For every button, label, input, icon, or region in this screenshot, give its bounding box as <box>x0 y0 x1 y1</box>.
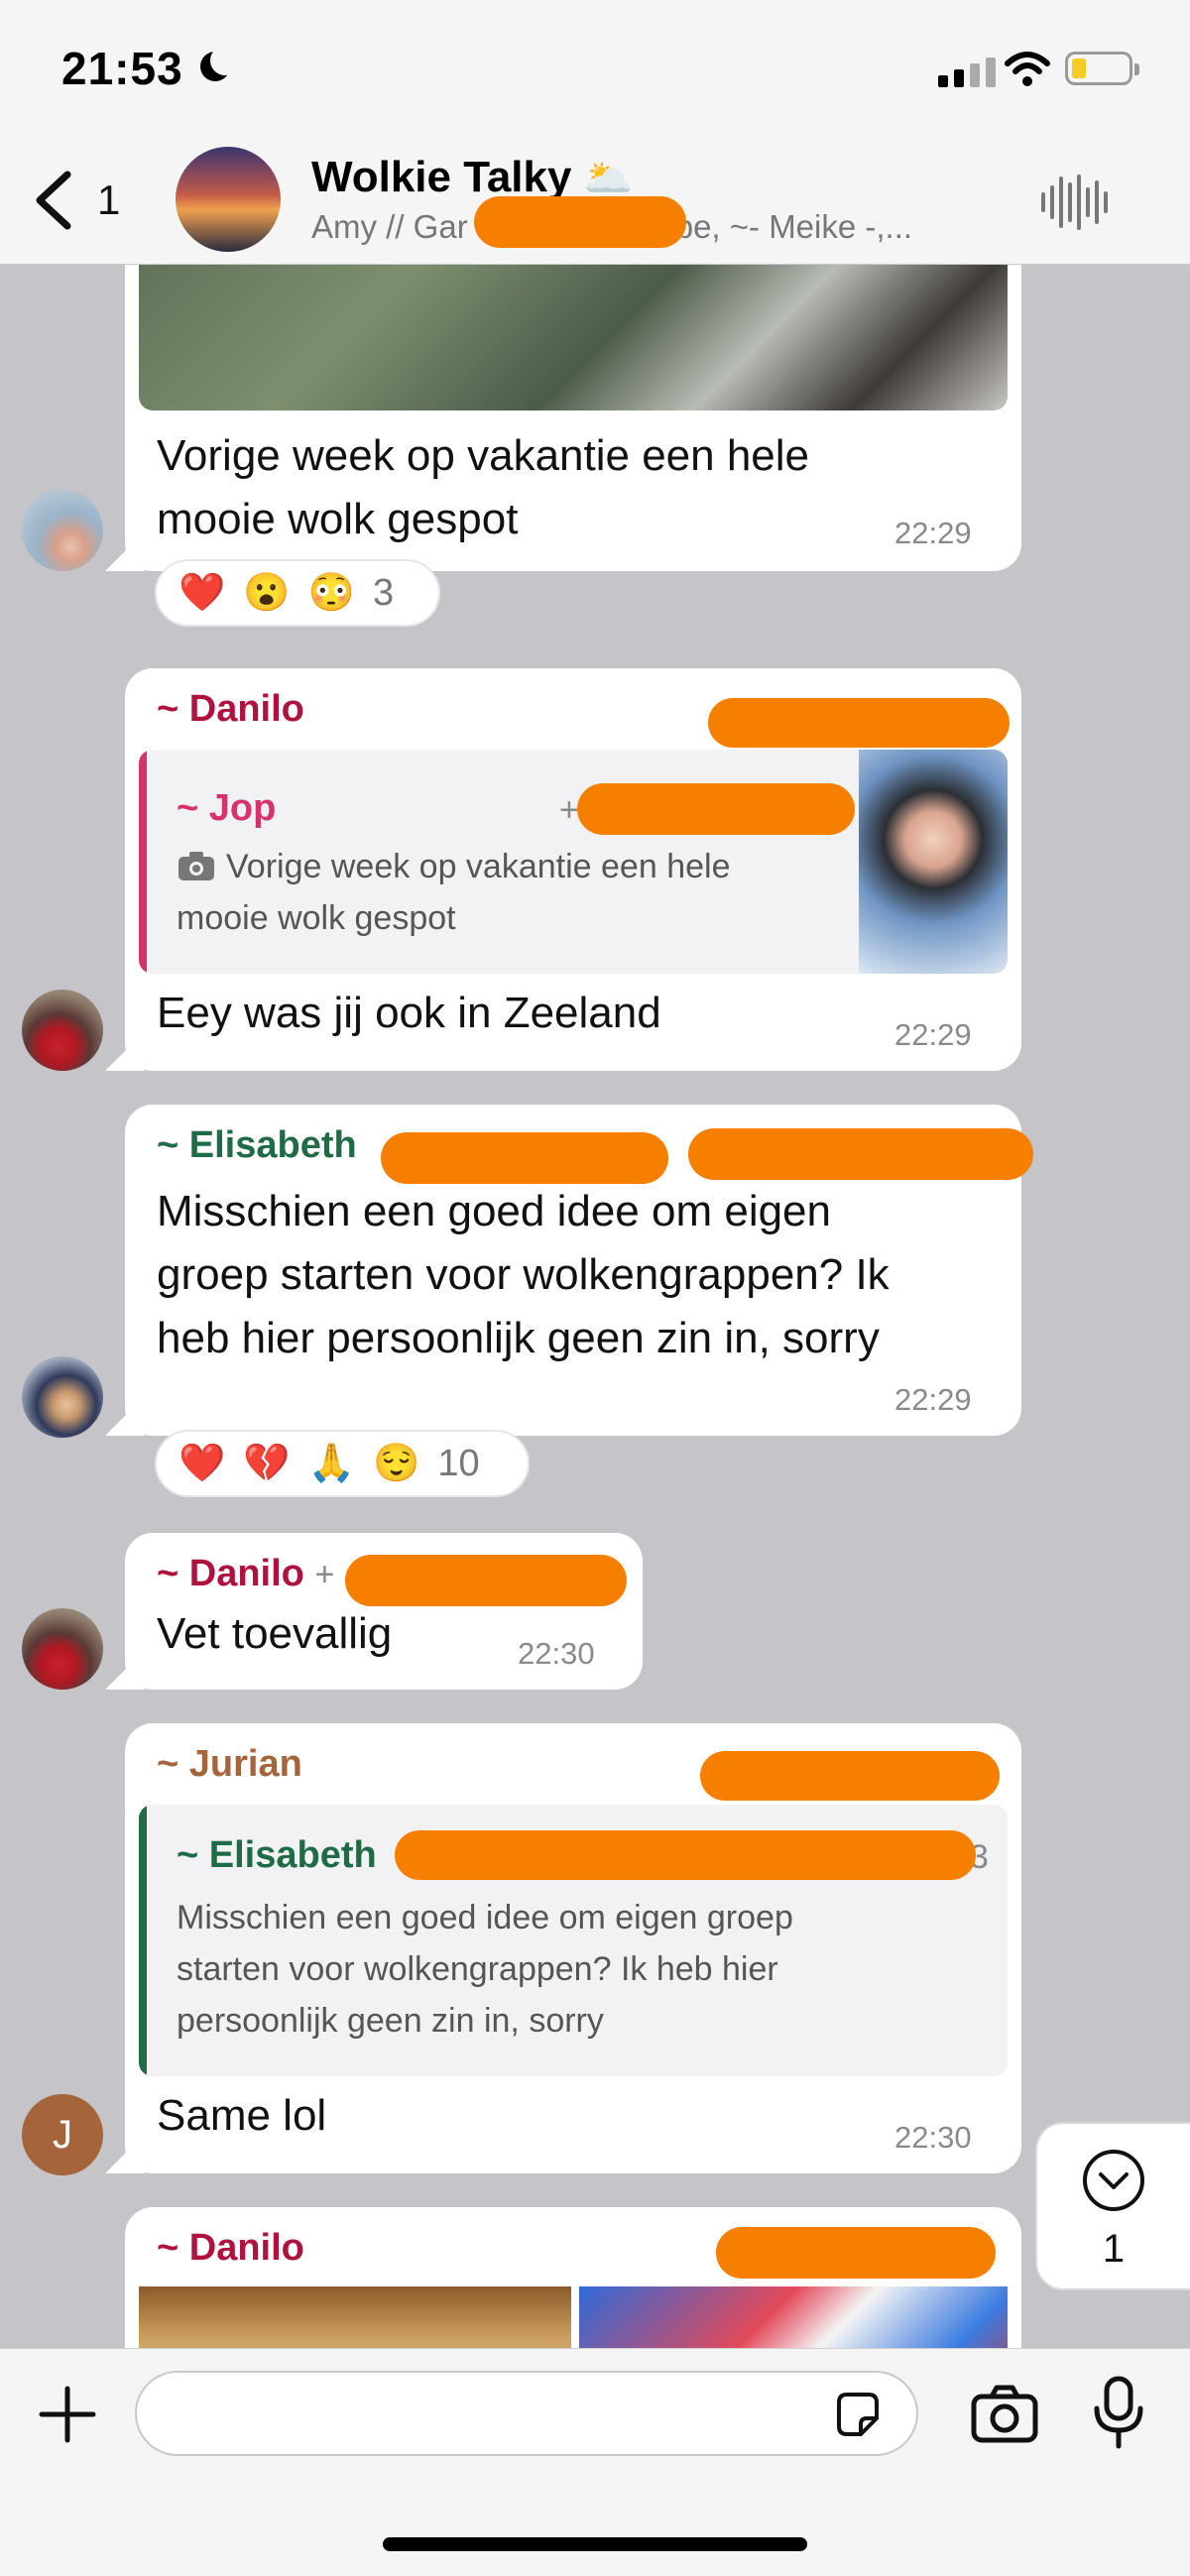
message-bubble[interactable]: ~ Jurian ~ Elisabeth 3 Misschien een goe… <box>125 1723 1021 2173</box>
group-avatar[interactable] <box>176 147 281 252</box>
avatar[interactable] <box>22 990 103 1071</box>
sender-name[interactable]: ~ Danilo <box>157 2227 304 2270</box>
home-indicator <box>383 2537 807 2551</box>
composer-bar <box>0 2348 1190 2576</box>
surprised-emoji-icon: 😮 <box>243 572 291 614</box>
avatar[interactable] <box>22 1356 103 1438</box>
avatar[interactable] <box>22 490 103 571</box>
sender-name[interactable]: ~ Danilo + <box>157 1553 334 1595</box>
back-unread-count[interactable]: 1 <box>97 176 120 224</box>
battery-icon <box>1065 52 1139 85</box>
chat-title[interactable]: Wolkie Talky 🌥️ <box>311 153 634 202</box>
message-text: Eey was jij ook in Zeeland <box>157 989 661 1037</box>
praying-hands-emoji-icon: 🙏 <box>307 1443 355 1484</box>
redaction-mark <box>381 1132 668 1184</box>
status-time: 21:53 <box>61 43 183 94</box>
redaction-mark <box>474 196 686 248</box>
sender-name-text: ~ Danilo <box>157 1553 304 1594</box>
heart-emoji-icon: ❤️ <box>178 1443 226 1484</box>
message-text: Same lol <box>157 2091 327 2140</box>
message-bubble[interactable]: Vorige week op vakantie een hele mooie w… <box>125 228 1021 571</box>
quoted-message[interactable]: ~ Jop + Vorige week op vakantie een hele… <box>139 750 1008 974</box>
quote-text: Misschien een goed idee om eigen groep s… <box>177 1899 793 2040</box>
quote-sender: ~ Elisabeth <box>177 1834 377 1876</box>
message-bubble[interactable]: ~ Danilo + Vet toevallig 22:30 <box>125 1533 643 1690</box>
broken-heart-emoji-icon: 💔 <box>243 1443 291 1484</box>
sender-name[interactable]: ~ Jurian <box>157 1743 302 1786</box>
quoted-message[interactable]: ~ Elisabeth 3 Misschien een goed idee om… <box>139 1805 1008 2076</box>
unread-count: 1 <box>1102 2227 1126 2271</box>
message-time: 22:29 <box>894 1382 972 1417</box>
redaction-mark <box>700 1751 1000 1801</box>
message-bubble[interactable]: ~ Danilo ~ Jop + Vorige week op vakantie… <box>125 668 1021 1071</box>
voice-call-icon[interactable] <box>1041 175 1108 230</box>
reaction-count: 3 <box>372 571 395 614</box>
message-text: Misschien een goed idee om eigen groep s… <box>157 1187 890 1362</box>
sender-name[interactable]: ~ Elisabeth <box>157 1124 357 1167</box>
message-time: 22:29 <box>894 1017 972 1052</box>
sender-name-suffix: + <box>314 1556 335 1593</box>
quote-photo-thumbnail <box>859 750 1008 974</box>
sender-name[interactable]: ~ Danilo <box>157 688 304 731</box>
reaction-bar[interactable]: ❤️ 😮 😳 3 <box>155 559 440 627</box>
redaction-mark <box>716 2227 996 2279</box>
back-chevron-icon[interactable] <box>30 169 77 232</box>
avatar[interactable] <box>22 1608 103 1690</box>
heart-emoji-icon: ❤️ <box>178 572 226 614</box>
microphone-icon[interactable] <box>1089 2375 1148 2450</box>
quote-text: Vorige week op vakantie een hele mooie w… <box>177 848 731 937</box>
quote-accent-bar <box>139 1805 147 2076</box>
cloud-emoji-icon: 🌥️ <box>583 157 634 200</box>
redaction-mark <box>577 783 855 835</box>
redaction-mark <box>395 1830 976 1880</box>
avatar-initial: J <box>53 2112 72 2157</box>
redaction-mark <box>688 1128 1033 1180</box>
chat-title-text: Wolkie Talky <box>311 153 572 201</box>
avatar[interactable]: J <box>22 2094 103 2175</box>
wifi-icon <box>1005 52 1050 86</box>
reaction-count: 10 <box>437 1442 480 1484</box>
message-text: Vet toevallig <box>157 1609 393 1658</box>
relieved-face-emoji-icon: 😌 <box>372 1443 420 1484</box>
message-text: Vorige week op vakantie een hele mooie w… <box>157 431 810 543</box>
message-time: 22:30 <box>518 1636 595 1671</box>
message-input[interactable] <box>135 2371 918 2456</box>
message-time: 22:29 <box>894 516 972 550</box>
message-time: 22:30 <box>894 2120 972 2155</box>
redaction-mark <box>345 1555 627 1606</box>
cellular-signal-icon <box>938 56 996 87</box>
chevron-down-icon <box>1083 2150 1144 2211</box>
plus-icon[interactable] <box>36 2383 99 2446</box>
flushed-emoji-icon: 😳 <box>307 572 355 614</box>
scroll-to-bottom-button[interactable]: 1 <box>1035 2122 1190 2290</box>
moon-icon <box>200 46 240 81</box>
redaction-mark <box>708 698 1010 748</box>
sticker-icon[interactable] <box>831 2389 885 2442</box>
quote-accent-bar <box>139 750 147 974</box>
quote-sender: ~ Jop <box>177 787 277 829</box>
top-bar: 21:53 1 Wolkie Talky 🌥️ Amy // Gar , Tib… <box>0 0 1190 265</box>
camera-icon[interactable] <box>970 2383 1039 2444</box>
reaction-bar[interactable]: ❤️ 💔 🙏 😌 10 <box>155 1430 530 1497</box>
message-bubble[interactable]: ~ Elisabeth Misschien een goed idee om e… <box>125 1105 1033 1436</box>
quote-sender-prefix: + <box>559 791 579 829</box>
